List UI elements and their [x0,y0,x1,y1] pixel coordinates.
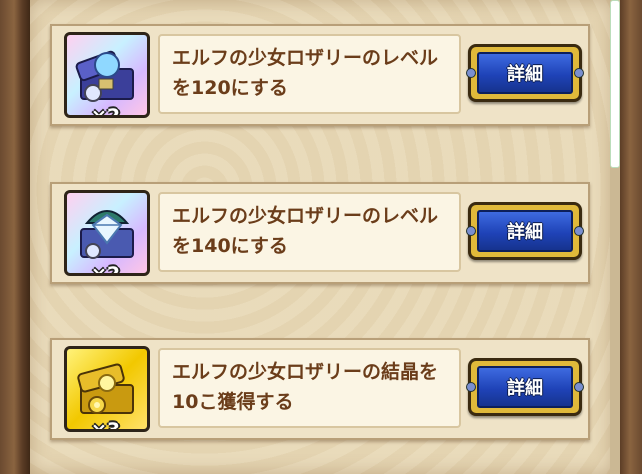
detail-button[interactable]: 詳細 [466,202,584,260]
detail-button-label: 詳細 [507,64,543,85]
mission-card: ×2 エルフの少女ロザリーのレベルを140にする 詳細 [50,182,590,284]
mission-description: エルフの少女ロザリーのレベルを120にする [158,34,461,114]
detail-button[interactable]: 詳細 [466,44,584,102]
mission-card: ×3 エルフの少女ロザリーの結晶を10こ獲得する 詳細 [50,338,590,440]
button-stud [574,226,584,236]
sapphire-treasure-chest-icon: ×2 [64,32,150,118]
diamond-treasure-chest-icon: ×2 [64,190,150,276]
mission-card: ×2 エルフの少女ロザリーのレベルを120にする 詳細 [50,24,590,126]
mission-description: エルフの少女ロザリーのレベルを140にする [158,192,461,272]
button-stud [574,382,584,392]
button-stud [574,68,584,78]
button-stud [466,226,476,236]
reward-count: ×2 [91,105,121,118]
button-stud [466,382,476,392]
detail-button-label: 詳細 [507,378,543,399]
reward-count: ×2 [91,263,121,276]
gold-treasure-chest-icon: ×3 [64,346,150,432]
button-stud [466,68,476,78]
detail-button-label: 詳細 [507,222,543,243]
scrollbar-thumb[interactable] [610,0,620,168]
reward-count: ×3 [91,419,121,432]
detail-button[interactable]: 詳細 [466,358,584,416]
mission-description: エルフの少女ロザリーの結晶を10こ獲得する [158,348,461,428]
